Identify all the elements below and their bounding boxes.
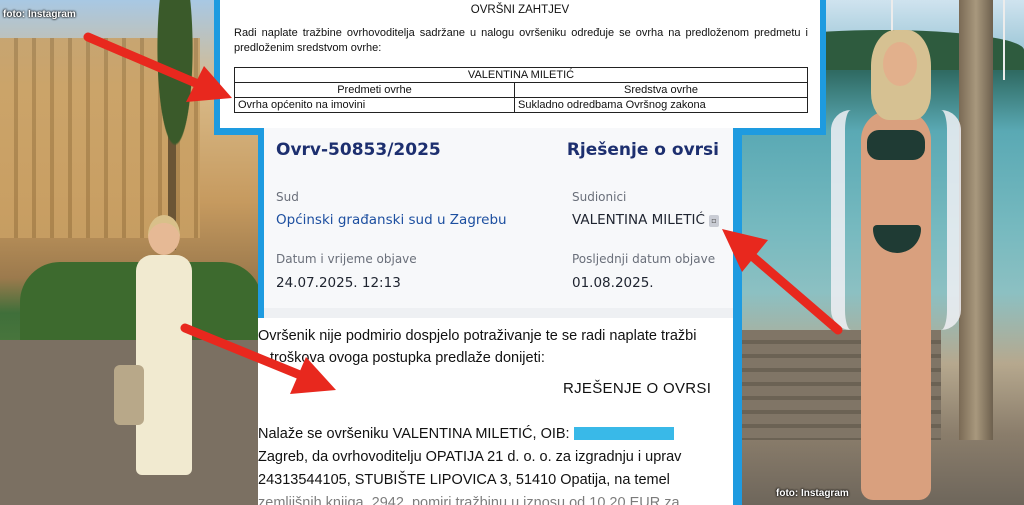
arrow-icon bbox=[722, 229, 843, 335]
arrow-icon bbox=[180, 323, 336, 394]
arrow-icon bbox=[83, 32, 232, 102]
arrow-overlay bbox=[83, 32, 843, 394]
